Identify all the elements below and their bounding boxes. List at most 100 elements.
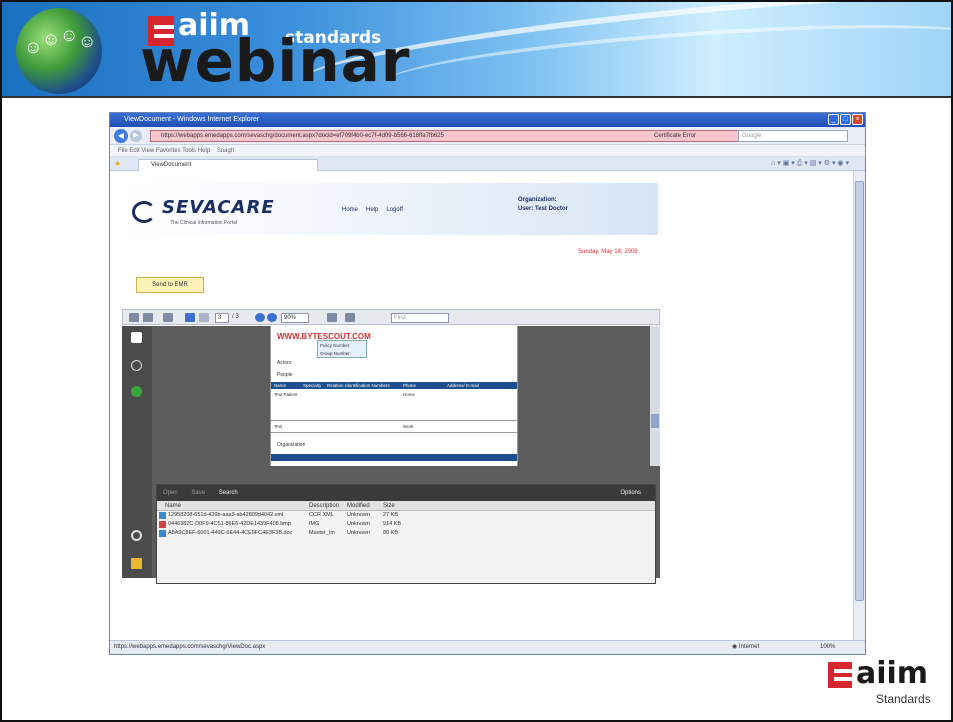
attachment-name: 12958208-651d-439b-aaa3-ab42809d4042.xml [168,512,284,518]
col-address: Address/ E-mail [447,383,479,388]
pages-icon[interactable] [131,332,142,343]
search-button[interactable]: Search [219,490,238,496]
attachment-desc: CCR XML [309,512,334,518]
status-bar: https://webapps.emedapps.com/sevaschg/Vi… [110,640,865,654]
aiim-standards-logo: aiim Standards [828,656,938,712]
image-file-icon [159,521,166,528]
certificate-error[interactable]: Certificate Error [652,130,747,142]
close-icon[interactable]: × [852,114,863,125]
nav-home[interactable]: Home [342,207,358,213]
viewer-scrollbar[interactable] [650,326,660,466]
insurance-box: Policy Number: Group Number: [317,340,367,358]
zoom-level[interactable]: 100% [820,641,835,654]
section-actors: Actors [277,360,292,366]
doc-file-icon [159,530,166,537]
save-icon[interactable] [143,313,153,322]
sevacare-header: SEVACARE The Clinical Information Portal… [122,183,658,235]
section-people: People [277,372,293,378]
send-to-emr-button[interactable]: Send to EMR [136,277,204,293]
print-icon[interactable] [129,313,139,322]
col-header-size[interactable]: Size [383,501,395,511]
test-row-label: Test [274,424,283,429]
menu-items[interactable]: File Edit View Favorites Tools Help [118,148,210,154]
attachment-size: 80 KB [383,530,398,536]
page-number-field[interactable]: 3 [215,313,229,323]
command-bar-icons[interactable]: ⌂ ▾ ▣ ▾ ⎙ ▾ ▤ ▾ ⚙ ▾ ◉ ▾ [771,159,849,168]
maximize-icon[interactable]: □ [840,114,851,125]
organization-label: Organization: [518,197,557,203]
zone-label: Internet [738,644,760,650]
section-organization: Organization [277,442,306,448]
status-url: https://webapps.emedapps.com/sevaschg/Vi… [114,644,266,650]
attachment-row[interactable]: A8A9C8EF-6001-449C-9E44-4CE9FC4E3F3B.doc… [157,529,655,538]
slide: ☺ ☺ ☺ ☺ aiim standards webinar ViewDocum… [0,0,953,722]
next-page-icon[interactable] [199,313,209,322]
attachment-modified: Unknown [347,521,370,527]
attachment-row[interactable]: 12958208-651d-439b-aaa3-ab42809d4042.xml… [157,511,655,520]
favorites-star-icon[interactable]: ★ [114,159,121,168]
page-total: / 3 [232,314,239,320]
browser-window: ViewDocument - Windows Internet Explorer… [109,112,866,655]
attachment-name: 0446382C-D0F9-4C51-86E6-42DE1439F408.bmp [168,521,291,527]
search-input[interactable]: Google [738,130,848,142]
pdf-toolbar: 3 / 3 90% Find [122,309,660,325]
tab-viewdocument[interactable]: ViewDocument [138,159,318,171]
policy-label: Policy Number: [320,343,351,348]
webinar-banner: ☺ ☺ ☺ ☺ aiim standards webinar [2,2,951,98]
tab-strip: ★ ViewDocument ⌂ ▾ ▣ ▾ ⎙ ▾ ▤ ▾ ⚙ ▾ ◉ ▾ [110,157,865,171]
options-menu[interactable]: Options [620,485,641,501]
snagit-button[interactable]: SnagIt [217,148,234,154]
col-relation: Relation [327,383,344,388]
attachment-modified: Unknown [347,512,370,518]
back-icon[interactable]: ◀ [114,129,128,143]
page-content: SEVACARE The Clinical Information Portal… [110,171,855,641]
signatures-icon[interactable] [131,360,142,371]
attachments-icon[interactable] [131,530,142,541]
attachment-desc: IMG [309,521,320,527]
phone-type-work: Work [403,424,414,429]
brand-webinar-text: webinar [140,27,411,95]
find-input[interactable]: Find [391,313,449,323]
zoom-in-icon[interactable] [267,313,277,322]
address-bar: ◀ ▶ https://webapps.emedapps.com/sevasch… [110,127,865,145]
fit-page-icon[interactable] [327,313,337,322]
zoom-out-icon[interactable] [255,313,265,322]
nav-help[interactable]: Help [366,207,378,213]
row-divider [271,420,517,421]
attachment-row[interactable]: 0446382C-D0F9-4C51-86E6-42DE1439F408.bmp… [157,520,655,529]
layers-icon[interactable] [131,386,142,397]
viewer-scroll-thumb[interactable] [651,414,659,428]
attachment-desc: Master_Im [309,530,335,536]
security-zone: ◉ Internet [732,644,760,650]
document-page: WWW.BYTESCOUT.COM Policy Number: Group N… [270,326,518,466]
col-phone: Phone [403,383,417,388]
open-button[interactable]: Open [163,490,178,496]
zoom-field[interactable]: 90% [281,313,309,323]
minimize-icon[interactable]: _ [828,114,839,125]
comments-icon[interactable] [131,558,142,569]
phone-type-home: Home [403,392,416,397]
browser-scrollbar[interactable] [853,171,865,641]
col-header-description[interactable]: Description [309,501,339,511]
attachment-size: 27 KB [383,512,398,518]
attachments-toolbar: Open Save Search Options [157,485,655,501]
user-label: User: Test Doctor [518,206,568,212]
sevacare-logo: SEVACARE [162,197,275,218]
sevacare-swirl-icon [132,201,156,223]
sevacare-tagline: The Clinical Information Portal [170,220,237,226]
prev-page-icon[interactable] [185,313,195,322]
col-specialty: Specialty [303,383,322,388]
save-button[interactable]: Save [191,490,205,496]
col-header-name[interactable]: Name [165,501,181,511]
org-table-header [271,454,517,461]
browser-title: ViewDocument - Windows Internet Explorer [124,116,260,123]
browser-scroll-thumb[interactable] [855,181,864,601]
col-header-modified[interactable]: Modified [347,501,370,511]
tools-icon[interactable] [163,313,173,322]
nav-logoff[interactable]: Logoff [386,207,403,213]
fit-width-icon[interactable] [345,313,355,322]
row-divider [271,432,517,433]
forward-icon[interactable]: ▶ [130,130,142,142]
pdf-viewer: WWW.BYTESCOUT.COM Policy Number: Group N… [122,326,660,584]
menu-bar[interactable]: File Edit View Favorites Tools Help Snag… [110,145,865,157]
